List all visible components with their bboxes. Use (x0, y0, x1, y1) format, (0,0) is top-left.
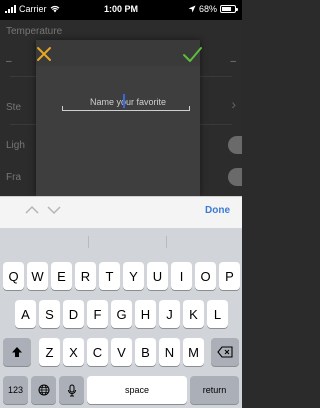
dictation-key[interactable] (59, 376, 84, 404)
cancel-x-button[interactable] (33, 43, 55, 65)
space-key[interactable]: space (87, 376, 187, 404)
key-t[interactable]: T (99, 262, 120, 290)
globe-key[interactable] (31, 376, 56, 404)
key-p[interactable]: P (219, 262, 240, 290)
settings-row-label: Fra (6, 172, 21, 183)
done-button[interactable]: Done (205, 205, 230, 216)
key-n[interactable]: N (159, 338, 180, 366)
location-icon (188, 5, 196, 13)
toggle-switch[interactable] (228, 168, 242, 186)
key-i[interactable]: I (171, 262, 192, 290)
key-m[interactable]: M (183, 338, 204, 366)
key-w[interactable]: W (27, 262, 48, 290)
confirm-check-button[interactable] (180, 43, 204, 65)
keyboard-toolbar: Done (0, 196, 242, 228)
key-u[interactable]: U (147, 262, 168, 290)
key-e[interactable]: E (51, 262, 72, 290)
key-h[interactable]: H (135, 300, 156, 328)
key-z[interactable]: Z (39, 338, 60, 366)
return-key[interactable]: return (190, 376, 239, 404)
key-c[interactable]: C (87, 338, 108, 366)
key-g[interactable]: G (111, 300, 132, 328)
name-favorite-dialog (33, 40, 202, 196)
key-y[interactable]: Y (123, 262, 144, 290)
key-v[interactable]: V (111, 338, 132, 366)
key-o[interactable]: O (195, 262, 216, 290)
status-bar: Carrier 1:00 PM 68% (0, 0, 242, 20)
keyboard: Q W E R T Y U I O P A S D F G H J K L Z … (0, 228, 242, 408)
key-j[interactable]: J (159, 300, 180, 328)
globe-icon (38, 384, 49, 396)
key-d[interactable]: D (63, 300, 84, 328)
numbers-key[interactable]: 123 (3, 376, 28, 404)
previous-field-chevron-up-icon[interactable] (24, 203, 40, 217)
key-l[interactable]: L (207, 300, 228, 328)
key-r[interactable]: R (75, 262, 96, 290)
key-f[interactable]: F (87, 300, 108, 328)
favorite-name-input[interactable] (62, 92, 194, 112)
shift-arrow-icon (12, 347, 22, 357)
key-x[interactable]: X (63, 338, 84, 366)
battery-icon (220, 5, 238, 13)
microphone-icon (67, 384, 76, 396)
backspace-key[interactable] (211, 338, 239, 366)
dialog-header (33, 40, 202, 66)
next-field-chevron-down-icon[interactable] (46, 203, 62, 217)
shift-key[interactable] (3, 338, 31, 366)
chevron-right-icon: › (231, 96, 236, 112)
toggle-switch[interactable] (228, 136, 242, 154)
key-b[interactable]: B (135, 338, 156, 366)
settings-row-label: Ligh (6, 140, 25, 151)
input-underline (62, 110, 190, 111)
key-k[interactable]: K (183, 300, 204, 328)
key-a[interactable]: A (15, 300, 36, 328)
key-q[interactable]: Q (3, 262, 24, 290)
backspace-icon (217, 346, 233, 358)
temperature-label: Temperature (6, 26, 63, 37)
text-cursor (123, 94, 125, 108)
key-s[interactable]: S (39, 300, 60, 328)
predictive-bar (0, 228, 242, 256)
settings-row-label: Ste (6, 102, 22, 113)
battery-percent: 68% (198, 4, 217, 14)
